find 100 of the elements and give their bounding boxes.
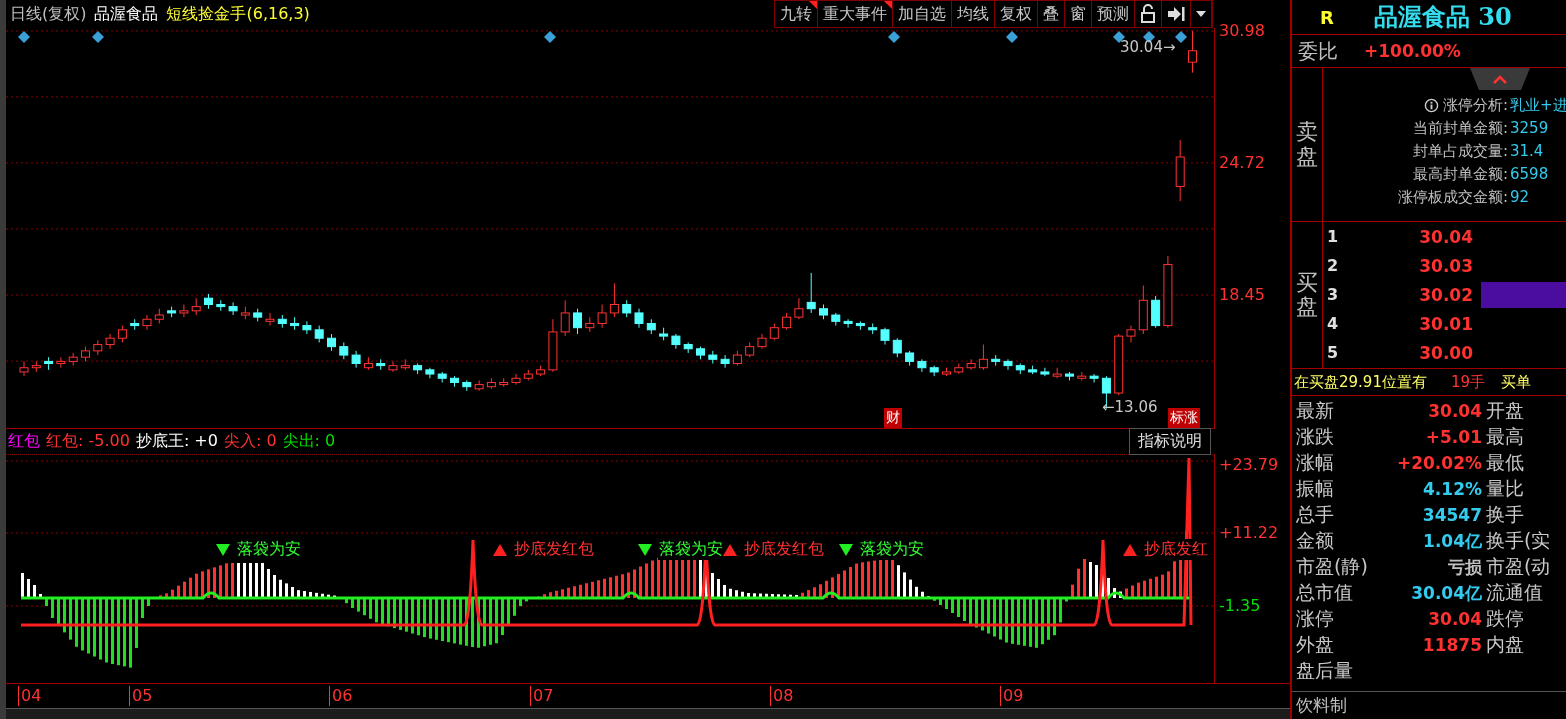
analysis-label: 封单占成交量: (1411, 142, 1508, 161)
analysis-label: 当前封单金额: (1411, 119, 1508, 138)
stat-value: 30.04亿 (1410, 581, 1482, 605)
stat-label: 总手 (1295, 502, 1335, 527)
candlestick (978, 344, 988, 371)
side-label: 卖盘 (1296, 120, 1318, 169)
bid-rank: 2 (1326, 256, 1340, 275)
side-label: 买盘 (1296, 270, 1318, 320)
candlestick (302, 320, 312, 335)
diamond-icon (92, 31, 104, 43)
field-value: +100.00% (1364, 41, 1461, 61)
date-axis-label: 04 (18, 686, 42, 706)
market-marker: R (1320, 6, 1334, 28)
candlestick (794, 297, 804, 320)
bid-price: 30.04 (1418, 226, 1473, 247)
indicator-axis-label: +23.79 (1219, 455, 1279, 474)
stat-label: 涨停 (1295, 606, 1335, 631)
chart-period: 日线(复权) (10, 3, 87, 25)
triangle-up-icon (723, 543, 737, 556)
bid-price: 30.01 (1418, 313, 1473, 334)
analysis-value: 31.4 (1509, 142, 1545, 161)
bid-rank: 1 (1326, 227, 1340, 246)
analysis-value: 3259 (1509, 119, 1550, 138)
stat-label: 开盘 (1485, 398, 1525, 423)
signal-label: 抄底发红包 (743, 539, 825, 560)
candlestick (1003, 358, 1013, 371)
candlestick (1126, 325, 1136, 343)
candlestick (179, 304, 189, 318)
candlestick (56, 356, 66, 369)
stat-label: 最高 (1485, 424, 1525, 449)
indicator-axis-label: +11.22 (1219, 523, 1279, 542)
event-badge: 标涨 (1168, 408, 1200, 428)
bid-price: 30.02 (1418, 284, 1473, 305)
candlestick (1089, 373, 1099, 383)
high-price-label: 30.04→ (1120, 38, 1176, 56)
legend-item: 红包 (8, 431, 40, 452)
date-axis-label: 05 (129, 686, 153, 706)
stat-label: 总市值 (1295, 580, 1354, 605)
stat-label: 换手 (1485, 502, 1525, 527)
legend-item: 红包: -5.00 (46, 431, 130, 452)
candlestick (843, 318, 853, 329)
candlestick (142, 314, 152, 331)
analysis-value: 92 (1509, 188, 1531, 207)
analysis-label: 最高封单金额: (1411, 165, 1508, 184)
field-label: 委比 (1298, 37, 1338, 65)
stat-label: 金额 (1295, 528, 1335, 553)
triangle-up-icon (1123, 543, 1137, 556)
candlestick (388, 360, 398, 373)
arrow-to-end-icon (1167, 6, 1185, 22)
indicator-axis-label: -1.35 (1219, 596, 1261, 615)
candlestick (1188, 30, 1197, 74)
stat-label: 换手(实 (1485, 528, 1552, 553)
triangle-up-icon (493, 543, 507, 556)
bid-price: 30.03 (1418, 255, 1473, 276)
stat-value: 亏损 (1447, 555, 1482, 579)
candlestick (474, 379, 484, 392)
legend-item: 尖出: 0 (282, 431, 336, 452)
stat-label: 流通值 (1485, 580, 1544, 605)
candlestick (265, 312, 275, 327)
candlestick (892, 337, 902, 358)
candlestick (560, 299, 570, 337)
stat-label: 振幅 (1295, 476, 1335, 501)
stat-label: 外盘 (1295, 632, 1335, 657)
legend-item: 尖入: 0 (223, 431, 277, 452)
indicator-help-button[interactable]: 指标说明 (1129, 428, 1211, 455)
triangle-down-icon (839, 543, 853, 556)
analysis-label: 涨停板成交金额: (1396, 188, 1508, 207)
date-axis-label: 06 (329, 686, 353, 706)
candlestick (720, 354, 730, 369)
bid-price: 30.00 (1418, 342, 1473, 363)
candlestick (1040, 367, 1050, 377)
legend-item: 抄底王: +0 (135, 431, 218, 452)
diamond-icon (544, 31, 556, 43)
candlestick (806, 272, 816, 314)
diamond-icon (18, 31, 30, 43)
notice-text: 在买盘29.91位置有 (1294, 372, 1427, 392)
caret-up-icon (1492, 74, 1508, 84)
stock-title: 品渥食品 30 (1373, 1, 1512, 33)
triangle-down-icon (216, 543, 230, 556)
price-axis-label: 24.72 (1219, 152, 1265, 172)
stat-value: 30.04 (1427, 609, 1482, 629)
caret-down-icon (1196, 11, 1206, 17)
event-badge: 财 (884, 408, 902, 428)
stat-label: 跌停 (1485, 606, 1525, 631)
signal-label: 落袋为安 (658, 539, 724, 560)
stat-label: 最新 (1295, 398, 1335, 423)
notice-text: 买单 (1501, 372, 1532, 392)
bid-rank: 5 (1326, 343, 1340, 362)
candlestick (573, 308, 582, 335)
notice-volume: 19手 (1450, 372, 1486, 392)
bid-rank: 4 (1326, 314, 1340, 333)
stat-value: +5.01 (1424, 427, 1482, 447)
stat-label: 内盘 (1485, 632, 1525, 657)
triangle-down-icon (638, 543, 652, 556)
candlestick (917, 358, 927, 373)
stat-value: +20.02% (1395, 453, 1482, 473)
candlestick (609, 282, 619, 318)
stat-label: 市盈(静) (1295, 554, 1369, 579)
sector-label: 饮料制 (1292, 691, 1566, 719)
stat-value: 4.12% (1422, 479, 1482, 499)
